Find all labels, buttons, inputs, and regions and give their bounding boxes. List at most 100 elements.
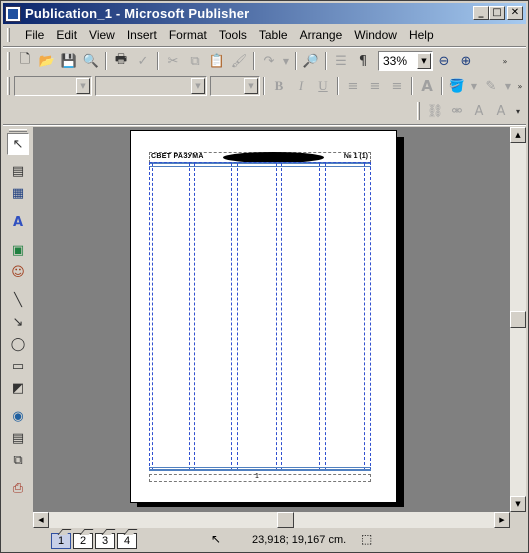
format-painter-icon[interactable]: 🖌 [228, 50, 250, 72]
scroll-up-icon[interactable]: ▲ [510, 127, 526, 143]
design-gallery-icon[interactable]: ⧉ [7, 449, 29, 471]
window-title: Publication_1 - Microsoft Publisher [25, 6, 250, 21]
arrow-icon[interactable]: ↘ [7, 311, 29, 333]
footer-frame[interactable] [149, 474, 371, 482]
toolbar-options-icon[interactable]: ▾ [512, 100, 524, 122]
form-control-icon[interactable]: ▤ [7, 427, 29, 449]
column-2[interactable] [194, 163, 232, 470]
copy-icon[interactable]: ⧉ [184, 50, 206, 72]
page-tab-4[interactable]: 4 [117, 533, 137, 549]
horizontal-scrollbar[interactable]: ◀ ▶ [33, 512, 510, 528]
menu-grip[interactable] [7, 28, 10, 42]
column-3[interactable] [237, 163, 277, 470]
chevron-down-icon[interactable]: ▼ [76, 78, 90, 94]
chevron-down-icon[interactable]: ▼ [244, 78, 258, 94]
zoom-in-icon[interactable]: ⊕ [455, 50, 477, 72]
chevron-down-icon[interactable]: ▼ [191, 78, 205, 94]
close-button[interactable]: ✕ [507, 6, 523, 20]
italic-button[interactable]: I [290, 75, 312, 97]
align-left-icon[interactable]: ≡ [342, 75, 364, 97]
clipart-icon[interactable]: ☺ [7, 261, 29, 283]
minimize-button[interactable]: _ [473, 6, 489, 20]
bold-button[interactable]: B [268, 75, 290, 97]
column-4[interactable] [281, 163, 320, 470]
toolbar-grip[interactable] [7, 52, 10, 70]
page-tab-3[interactable]: 3 [95, 533, 115, 549]
zoom-preview-icon[interactable]: 🔎 [300, 50, 322, 72]
vertical-scrollbar[interactable]: ▲ ▼ [510, 127, 526, 512]
chevron-down-icon[interactable]: ▼ [417, 53, 431, 69]
line-icon[interactable]: ╲ [7, 289, 29, 311]
redo-icon[interactable]: ↷ [258, 50, 280, 72]
create-link-icon[interactable]: ⛓ [424, 100, 446, 122]
maximize-button[interactable]: □ [489, 6, 505, 20]
zoom-out-icon[interactable]: ⊖ [433, 50, 455, 72]
scroll-right-icon[interactable]: ▶ [494, 512, 510, 528]
text-box-icon[interactable]: ▤ [7, 160, 29, 182]
menu-arrange[interactable]: Arrange [294, 26, 349, 44]
workspace[interactable]: СВЕТ РАЗУМА № 1 (1) 1 [33, 127, 510, 512]
redo-dropdown-icon[interactable]: ▼ [280, 50, 292, 72]
columns-icon[interactable]: ☰ [330, 50, 352, 72]
menu-table[interactable]: Table [253, 26, 294, 44]
picture-icon[interactable]: ▣ [7, 239, 29, 261]
break-link-icon[interactable]: ⚮ [446, 100, 468, 122]
table-icon[interactable]: ▦ [7, 182, 29, 204]
fill-color-icon[interactable]: 🪣 [446, 75, 468, 97]
pilcrow-icon[interactable]: ¶ [352, 50, 374, 72]
title-bar[interactable]: Publication_1 - Microsoft Publisher _ □ … [3, 3, 526, 24]
rectangle-icon[interactable]: ▭ [7, 355, 29, 377]
line-color-icon[interactable]: ✎ [480, 75, 502, 97]
publisher-app-icon[interactable] [5, 5, 21, 22]
line-color-dropdown-icon[interactable]: ▼ [502, 75, 514, 97]
new-icon[interactable]: 🗋 [14, 50, 36, 72]
vertical-scroll-thumb[interactable] [510, 311, 526, 328]
next-frame-icon[interactable]: A [490, 100, 512, 122]
fill-color-dropdown-icon[interactable]: ▼ [468, 75, 480, 97]
toolbar-grip[interactable] [417, 102, 420, 120]
column-1[interactable] [152, 163, 190, 470]
select-icon[interactable]: ↖ [7, 133, 29, 155]
autoshapes-icon[interactable]: ◩ [7, 377, 29, 399]
justify-icon[interactable]: ≡ [386, 75, 408, 97]
menu-edit[interactable]: Edit [50, 26, 83, 44]
menu-insert[interactable]: Insert [121, 26, 163, 44]
open-icon[interactable]: 📂 [36, 50, 58, 72]
font-combo[interactable]: ▼ [95, 76, 207, 96]
align-center-icon[interactable]: ≡ [364, 75, 386, 97]
publication-page[interactable]: СВЕТ РАЗУМА № 1 (1) 1 [130, 130, 397, 503]
print-icon[interactable]: 🖶 [110, 50, 132, 72]
toolbar-options-icon[interactable]: » [514, 75, 526, 97]
style-combo[interactable]: ▼ [14, 76, 92, 96]
menu-help[interactable]: Help [403, 26, 440, 44]
underline-button[interactable]: U [312, 75, 334, 97]
page-tab-2[interactable]: 2 [73, 533, 93, 549]
menu-view[interactable]: View [83, 26, 121, 44]
add-object-icon[interactable]: ⎙ [7, 477, 29, 499]
font-size-increase-icon[interactable]: A [416, 75, 438, 97]
menu-window[interactable]: Window [348, 26, 403, 44]
search-file-icon[interactable]: 🔍 [80, 50, 102, 72]
menu-tools[interactable]: Tools [213, 26, 253, 44]
font-size-combo[interactable]: ▼ [210, 76, 260, 96]
scroll-left-icon[interactable]: ◀ [33, 512, 49, 528]
hotspot-icon[interactable]: ◉ [7, 405, 29, 427]
scroll-down-icon[interactable]: ▼ [510, 496, 526, 512]
toolbar-grip[interactable] [7, 77, 10, 95]
horizontal-scroll-thumb[interactable] [277, 512, 294, 528]
save-icon[interactable]: 💾 [58, 50, 80, 72]
toolbar-options-icon[interactable]: » [499, 50, 511, 72]
page-tab-1[interactable]: 1 [51, 533, 71, 549]
oval-icon[interactable]: ◯ [7, 333, 29, 355]
menu-file[interactable]: File [19, 26, 50, 44]
spelling-icon[interactable]: ✓ [132, 50, 154, 72]
zoom-combo[interactable]: 33% ▼ [378, 51, 433, 71]
column-guides[interactable] [149, 162, 371, 471]
wordart-icon[interactable]: A [7, 211, 29, 233]
toolbar-grip[interactable] [9, 129, 27, 132]
previous-frame-icon[interactable]: A [468, 100, 490, 122]
cut-icon[interactable]: ✂ [162, 50, 184, 72]
menu-format[interactable]: Format [163, 26, 213, 44]
column-5[interactable] [325, 163, 365, 470]
paste-icon[interactable]: 📋 [206, 50, 228, 72]
